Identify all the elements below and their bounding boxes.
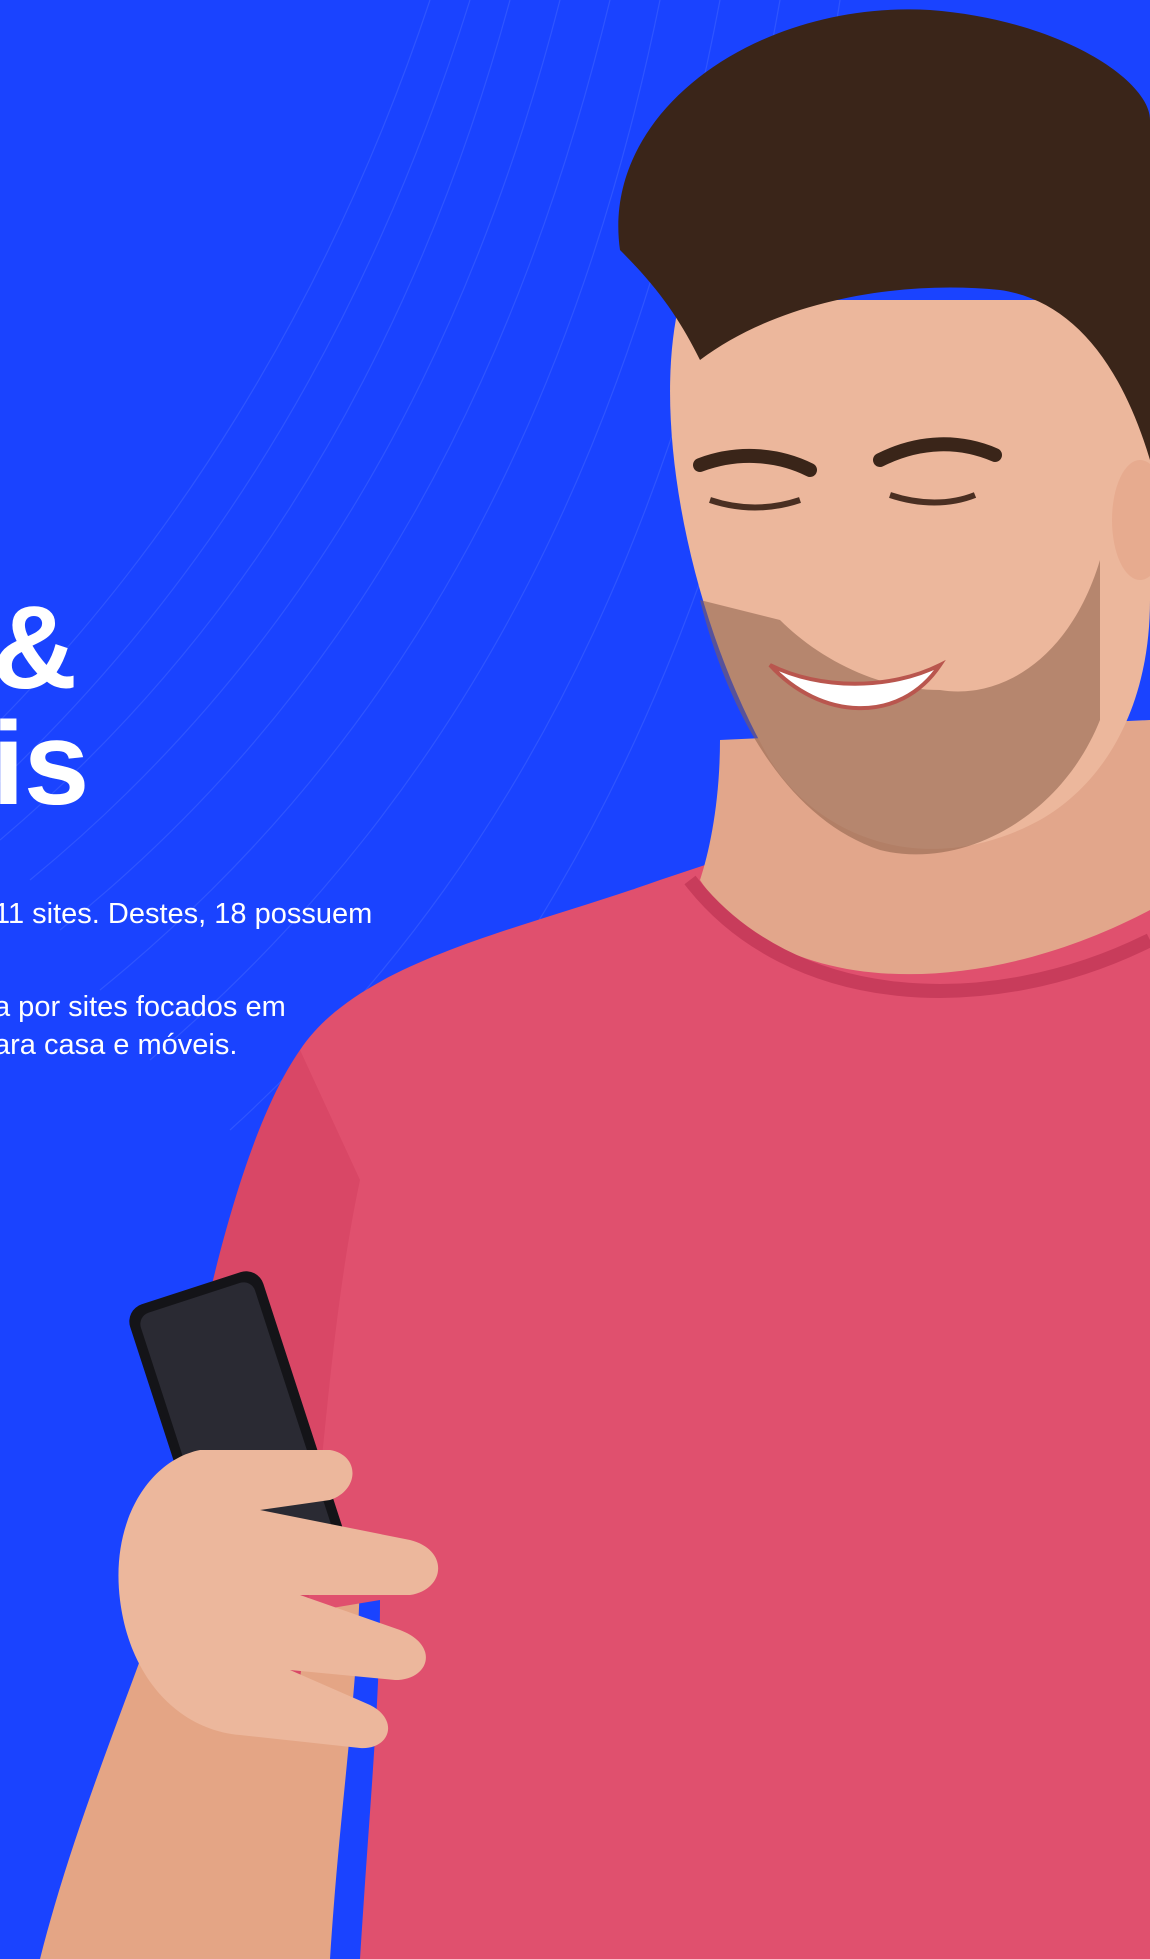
person-photo xyxy=(40,9,1150,1959)
hero-section: & is 11 sites. Destes, 18 possuem a por … xyxy=(0,0,1150,1959)
